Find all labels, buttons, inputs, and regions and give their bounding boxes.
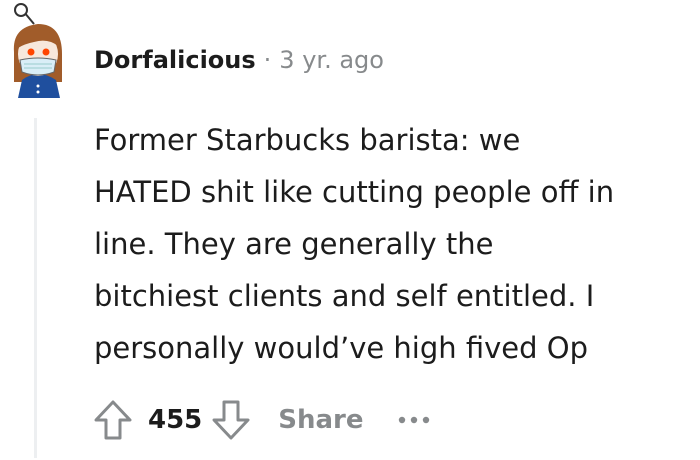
snoo-avatar-icon	[13, 3, 62, 98]
upvote-arrow-icon	[94, 400, 132, 440]
more-options-button[interactable]	[394, 405, 434, 435]
comment-age[interactable]: 3 yr. ago	[279, 46, 384, 74]
vote-score: 455	[148, 405, 203, 435]
comment-author[interactable]: Dorfalicious	[94, 46, 256, 74]
comment-header: Dorfalicious · 3 yr. ago	[94, 46, 384, 74]
comment-line: line. They are generally the	[94, 227, 494, 261]
header-separator: ·	[263, 46, 272, 74]
comment-body: Former Starbucks barista: we HATED shit …	[94, 114, 684, 374]
comment-actions: 455 Share	[90, 398, 434, 442]
comment-line: bitchiest clients and self entitled. I	[94, 279, 595, 313]
share-button[interactable]: Share	[278, 405, 363, 435]
more-options-icon	[398, 416, 429, 424]
comment-line: personally would’ve high fived Op	[94, 331, 588, 365]
avatar[interactable]	[4, 2, 70, 98]
downvote-button[interactable]	[208, 398, 254, 442]
upvote-button[interactable]	[90, 398, 136, 442]
comment-line: HATED shit like cutting people off in	[94, 175, 615, 209]
comment-line: Former Starbucks barista: we	[94, 123, 521, 157]
thread-line[interactable]	[34, 118, 37, 458]
downvote-arrow-icon	[212, 400, 250, 440]
